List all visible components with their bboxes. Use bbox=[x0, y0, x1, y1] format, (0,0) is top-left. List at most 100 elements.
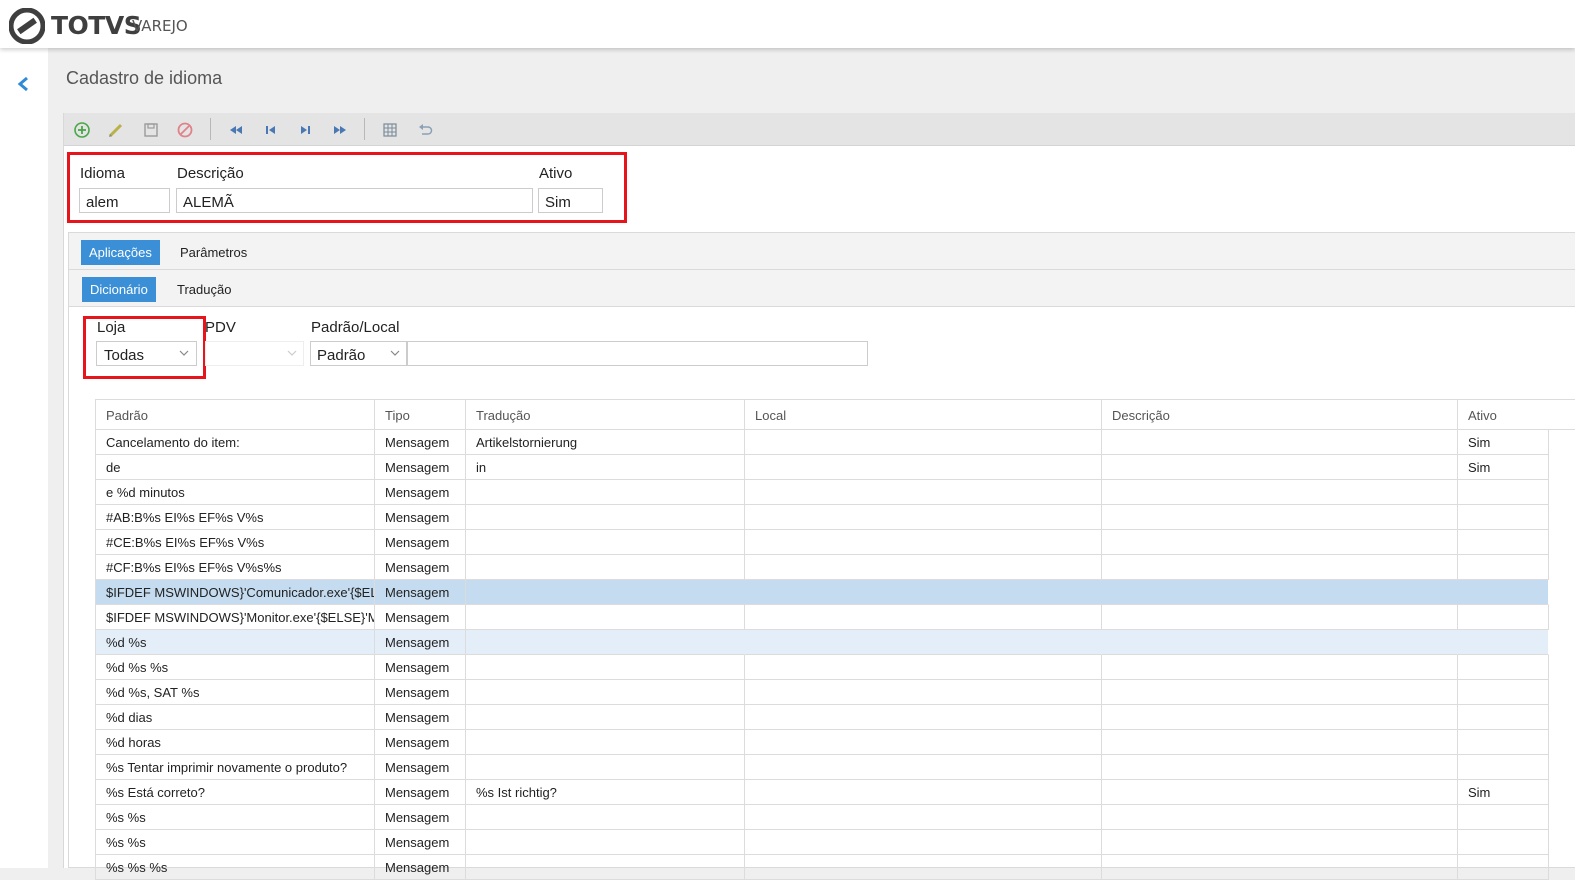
cell-tipo[interactable]: Mensagem bbox=[375, 605, 466, 630]
cell-traducao[interactable] bbox=[466, 555, 745, 580]
cell-descricao[interactable] bbox=[1102, 830, 1458, 855]
cell-padrao[interactable]: %d dias bbox=[96, 705, 375, 730]
cell-tipo[interactable]: Mensagem bbox=[375, 805, 466, 830]
cell-tipo[interactable]: Mensagem bbox=[375, 830, 466, 855]
cell-traducao[interactable]: in bbox=[466, 455, 745, 480]
cell-tipo[interactable]: Mensagem bbox=[375, 730, 466, 755]
table-row[interactable]: $IFDEF MSWINDOWS}'Monitor.exe'{$ELSE}'Mo… bbox=[95, 605, 1549, 630]
cell-ativo[interactable] bbox=[1458, 655, 1549, 680]
cell-descricao[interactable] bbox=[1102, 630, 1458, 655]
cell-ativo[interactable] bbox=[1458, 680, 1549, 705]
table-row[interactable]: %s Tentar imprimir novamente o produto? M… bbox=[95, 755, 1549, 780]
cell-ativo[interactable] bbox=[1458, 805, 1549, 830]
cell-ativo[interactable]: Sim bbox=[1458, 430, 1549, 455]
cell-descricao[interactable] bbox=[1102, 505, 1458, 530]
cell-descricao[interactable] bbox=[1102, 555, 1458, 580]
cell-local[interactable] bbox=[745, 780, 1102, 805]
cell-traducao[interactable] bbox=[466, 655, 745, 680]
cell-local[interactable] bbox=[745, 580, 1102, 605]
cell-padrao[interactable]: %s Tentar imprimir novamente o produto? bbox=[96, 755, 375, 780]
cell-local[interactable] bbox=[745, 605, 1102, 630]
tab-parametros[interactable]: Parâmetros bbox=[172, 240, 255, 265]
cell-ativo[interactable] bbox=[1458, 755, 1549, 780]
table-row[interactable]: $IFDEF MSWINDOWS}'Comunicador.exe'{$ELSE… bbox=[95, 580, 1549, 605]
cell-local[interactable] bbox=[745, 630, 1102, 655]
cell-padrao[interactable]: #CE:B%s EI%s EF%s V%s bbox=[96, 530, 375, 555]
table-row[interactable]: %d %s %s Mensagem bbox=[95, 655, 1549, 680]
cell-local[interactable] bbox=[745, 705, 1102, 730]
table-row[interactable]: e %d minutos Mensagem bbox=[95, 480, 1549, 505]
edit-icon[interactable] bbox=[106, 120, 126, 140]
cell-ativo[interactable] bbox=[1458, 730, 1549, 755]
cell-padrao[interactable]: $IFDEF MSWINDOWS}'Comunicador.exe'{$ELSE… bbox=[96, 580, 375, 605]
cell-padrao[interactable]: %s %s bbox=[96, 830, 375, 855]
cell-ativo[interactable] bbox=[1458, 580, 1549, 605]
cell-local[interactable] bbox=[745, 730, 1102, 755]
cell-local[interactable] bbox=[745, 655, 1102, 680]
cell-traducao[interactable] bbox=[466, 480, 745, 505]
cell-ativo[interactable]: Sim bbox=[1458, 455, 1549, 480]
cell-ativo[interactable]: Sim bbox=[1458, 780, 1549, 805]
cell-traducao[interactable] bbox=[466, 530, 745, 555]
cell-descricao[interactable] bbox=[1102, 705, 1458, 730]
cell-traducao[interactable]: Artikelstornierung bbox=[466, 430, 745, 455]
cell-tipo[interactable]: Mensagem bbox=[375, 555, 466, 580]
cell-descricao[interactable] bbox=[1102, 655, 1458, 680]
column-header-local[interactable]: Local bbox=[745, 400, 1102, 430]
cell-tipo[interactable]: Mensagem bbox=[375, 755, 466, 780]
cell-padrao[interactable]: %s %s bbox=[96, 805, 375, 830]
table-row[interactable]: #CE:B%s EI%s EF%s V%s Mensagem bbox=[95, 530, 1549, 555]
cell-local[interactable] bbox=[745, 555, 1102, 580]
cell-traducao[interactable] bbox=[466, 705, 745, 730]
cell-local[interactable] bbox=[745, 680, 1102, 705]
column-header-traducao[interactable]: Tradução bbox=[466, 400, 745, 430]
tab-traducao[interactable]: Tradução bbox=[169, 277, 239, 302]
cell-tipo[interactable]: Mensagem bbox=[375, 530, 466, 555]
chevron-left-icon[interactable] bbox=[14, 74, 34, 94]
tab-aplicacoes[interactable]: Aplicações bbox=[81, 240, 160, 265]
cell-descricao[interactable] bbox=[1102, 605, 1458, 630]
cell-local[interactable] bbox=[745, 805, 1102, 830]
ativo-field[interactable]: Sim bbox=[538, 188, 603, 213]
cell-local[interactable] bbox=[745, 530, 1102, 555]
cell-ativo[interactable] bbox=[1458, 705, 1549, 730]
table-row[interactable]: %d dias Mensagem bbox=[95, 705, 1549, 730]
cell-tipo[interactable]: Mensagem bbox=[375, 430, 466, 455]
cell-ativo[interactable] bbox=[1458, 530, 1549, 555]
table-row[interactable]: %d %s, SAT %s Mensagem bbox=[95, 680, 1549, 705]
cancel-icon[interactable] bbox=[175, 120, 195, 140]
cell-descricao[interactable] bbox=[1102, 755, 1458, 780]
cell-traducao[interactable] bbox=[466, 680, 745, 705]
cell-traducao[interactable] bbox=[466, 755, 745, 780]
cell-traducao[interactable] bbox=[466, 605, 745, 630]
cell-tipo[interactable]: Mensagem bbox=[375, 680, 466, 705]
cell-tipo[interactable]: Mensagem bbox=[375, 780, 466, 805]
filter-search-input[interactable] bbox=[407, 341, 868, 366]
table-row[interactable]: %d horas Mensagem bbox=[95, 730, 1549, 755]
cell-padrao[interactable]: %d %s bbox=[96, 630, 375, 655]
cell-descricao[interactable] bbox=[1102, 480, 1458, 505]
cell-ativo[interactable] bbox=[1458, 605, 1549, 630]
cell-tipo[interactable]: Mensagem bbox=[375, 705, 466, 730]
cell-local[interactable] bbox=[745, 480, 1102, 505]
table-row[interactable]: de Mensagem in Sim bbox=[95, 455, 1549, 480]
column-header-ativo[interactable]: Ativo bbox=[1458, 400, 1575, 430]
table-row[interactable]: %s %s Mensagem bbox=[95, 830, 1549, 855]
cell-traducao[interactable] bbox=[466, 830, 745, 855]
cell-local[interactable] bbox=[745, 430, 1102, 455]
first-record-icon[interactable] bbox=[226, 120, 246, 140]
table-row[interactable]: #AB:B%s EI%s EF%s V%s Mensagem bbox=[95, 505, 1549, 530]
previous-record-icon[interactable] bbox=[261, 120, 281, 140]
cell-traducao[interactable] bbox=[466, 580, 745, 605]
cell-descricao[interactable] bbox=[1102, 455, 1458, 480]
save-icon[interactable] bbox=[141, 120, 161, 140]
undo-icon[interactable] bbox=[415, 120, 435, 140]
table-row[interactable]: Cancelamento do item: Mensagem Artikelstor… bbox=[95, 430, 1549, 455]
table-row[interactable]: %s Está correto? Mensagem %s Ist richtig? S… bbox=[95, 780, 1549, 805]
column-header-padrao[interactable]: Padrão bbox=[96, 400, 375, 430]
cell-padrao[interactable]: %s Está correto? bbox=[96, 780, 375, 805]
cell-padrao[interactable]: %d horas bbox=[96, 730, 375, 755]
cell-tipo[interactable]: Mensagem bbox=[375, 505, 466, 530]
cell-descricao[interactable] bbox=[1102, 430, 1458, 455]
cell-tipo[interactable]: Mensagem bbox=[375, 630, 466, 655]
